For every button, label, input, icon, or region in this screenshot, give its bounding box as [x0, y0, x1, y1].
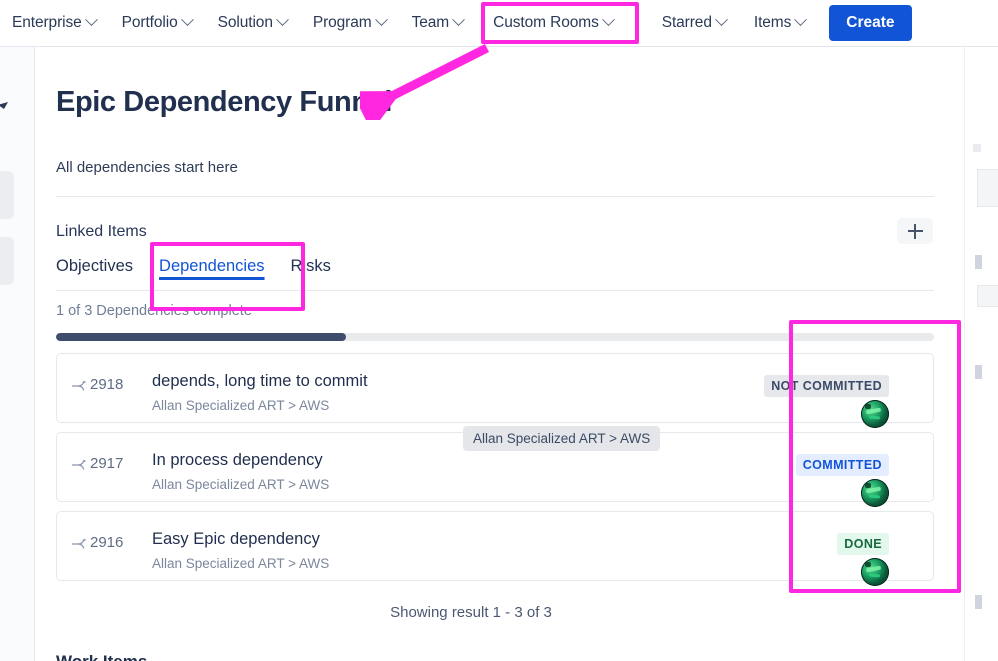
row-title: In process dependency: [152, 451, 323, 469]
nav-item-enterprise-label: Enterprise: [12, 14, 82, 31]
chevron-down-icon: [180, 12, 194, 26]
chevron-down-icon: [374, 12, 388, 26]
nav-item-enterprise[interactable]: Enterprise: [10, 10, 98, 36]
tab-dependencies[interactable]: Dependencies: [149, 257, 275, 285]
right-rail-bar: [975, 255, 982, 269]
chevron-down-icon: [601, 12, 615, 26]
avatar[interactable]: [861, 400, 889, 428]
row-id: 2916: [90, 534, 124, 551]
nav-item-program-label: Program: [312, 14, 372, 31]
avatar[interactable]: [861, 558, 889, 586]
sidebar-panel-item[interactable]: [0, 237, 14, 285]
row-title: depends, long time to commit: [152, 372, 368, 390]
plus-icon: [907, 223, 923, 239]
main-content: Epic Dependency Funnel All dependencies …: [36, 48, 964, 661]
dependencies-progress-bar: [56, 333, 934, 341]
status-badge: COMMITTED: [795, 454, 889, 476]
sidebar-panel-item[interactable]: [0, 171, 14, 219]
right-sidebar-rail: [964, 47, 998, 661]
right-rail-card[interactable]: [977, 285, 998, 307]
add-linked-item-button[interactable]: [897, 218, 933, 244]
row-id: 2917: [90, 455, 124, 472]
tab-objectives-label: Objectives: [56, 257, 134, 275]
linked-items-heading: Linked Items: [56, 223, 147, 240]
nav-item-items[interactable]: Items: [752, 10, 808, 36]
tooltip: Allan Specialized ART > AWS: [463, 426, 661, 451]
progress-bar-fill: [56, 333, 346, 341]
dependency-link-icon: [71, 459, 87, 470]
completion-status-text: 1 of 3 Dependencies complete: [56, 303, 252, 319]
row-title: Easy Epic dependency: [152, 530, 320, 548]
table-row[interactable]: 2916 Easy Epic dependency Allan Speciali…: [56, 511, 934, 586]
nav-item-portfolio[interactable]: Portfolio: [120, 10, 194, 36]
sidebar-collapse-icon[interactable]: [0, 102, 8, 109]
nav-item-team-label: Team: [411, 14, 450, 31]
nav-item-starred[interactable]: Starred: [660, 10, 728, 36]
right-rail-bar: [975, 365, 982, 379]
chevron-down-icon: [275, 12, 289, 26]
create-button[interactable]: Create: [829, 5, 912, 41]
nav-item-program[interactable]: Program: [311, 10, 388, 36]
chevron-down-icon: [794, 12, 808, 26]
chevron-down-icon: [452, 12, 465, 26]
showing-result-text: Showing result 1 - 3 of 3: [390, 604, 552, 621]
nav-item-portfolio-label: Portfolio: [121, 14, 178, 31]
nav-item-custom-rooms[interactable]: Custom Rooms: [491, 10, 615, 36]
nav-divider: [636, 10, 638, 36]
app-root: Enterprise Portfolio Solution Program Te…: [0, 0, 998, 661]
page-subtitle: All dependencies start here: [56, 159, 238, 176]
nav-item-solution-label: Solution: [217, 14, 273, 31]
nav-item-solution[interactable]: Solution: [216, 10, 289, 36]
row-subtitle: Allan Specialized ART > AWS: [152, 398, 330, 413]
work-items-heading: Work Items: [56, 652, 147, 661]
tab-risks[interactable]: Risks: [281, 257, 341, 285]
page-title: Epic Dependency Funnel: [56, 86, 393, 118]
nav-item-starred-label: Starred: [661, 14, 712, 31]
nav-item-team[interactable]: Team: [410, 10, 466, 36]
right-rail-card[interactable]: [977, 169, 998, 207]
header-divider: [56, 196, 934, 197]
avatar[interactable]: [861, 479, 889, 507]
chevron-down-icon: [714, 12, 728, 26]
nav-item-items-label: Items: [753, 14, 792, 31]
tab-dependencies-label: Dependencies: [159, 257, 265, 275]
tab-risks-label: Risks: [290, 257, 331, 275]
tabs-divider: [56, 290, 934, 291]
row-id: 2918: [90, 376, 124, 393]
chevron-down-icon: [84, 12, 98, 26]
left-sidebar-rail: [0, 47, 35, 661]
row-subtitle: Allan Specialized ART > AWS: [152, 556, 330, 571]
dependency-link-icon: [71, 380, 87, 391]
row-subtitle: Allan Specialized ART > AWS: [152, 477, 330, 492]
linked-items-tabs: Objectives Dependencies Risks: [56, 257, 934, 291]
table-row[interactable]: 2918 depends, long time to commit Allan …: [56, 353, 934, 428]
dependency-link-icon: [71, 538, 87, 549]
right-rail-bar: [975, 595, 982, 609]
status-badge: NOT COMMITTED: [764, 375, 889, 397]
top-navigation-bar: Enterprise Portfolio Solution Program Te…: [0, 0, 998, 47]
status-badge: DONE: [837, 533, 889, 555]
tab-objectives[interactable]: Objectives: [56, 257, 143, 285]
nav-item-custom-rooms-label: Custom Rooms: [493, 14, 599, 31]
right-rail-dot: [973, 144, 981, 152]
